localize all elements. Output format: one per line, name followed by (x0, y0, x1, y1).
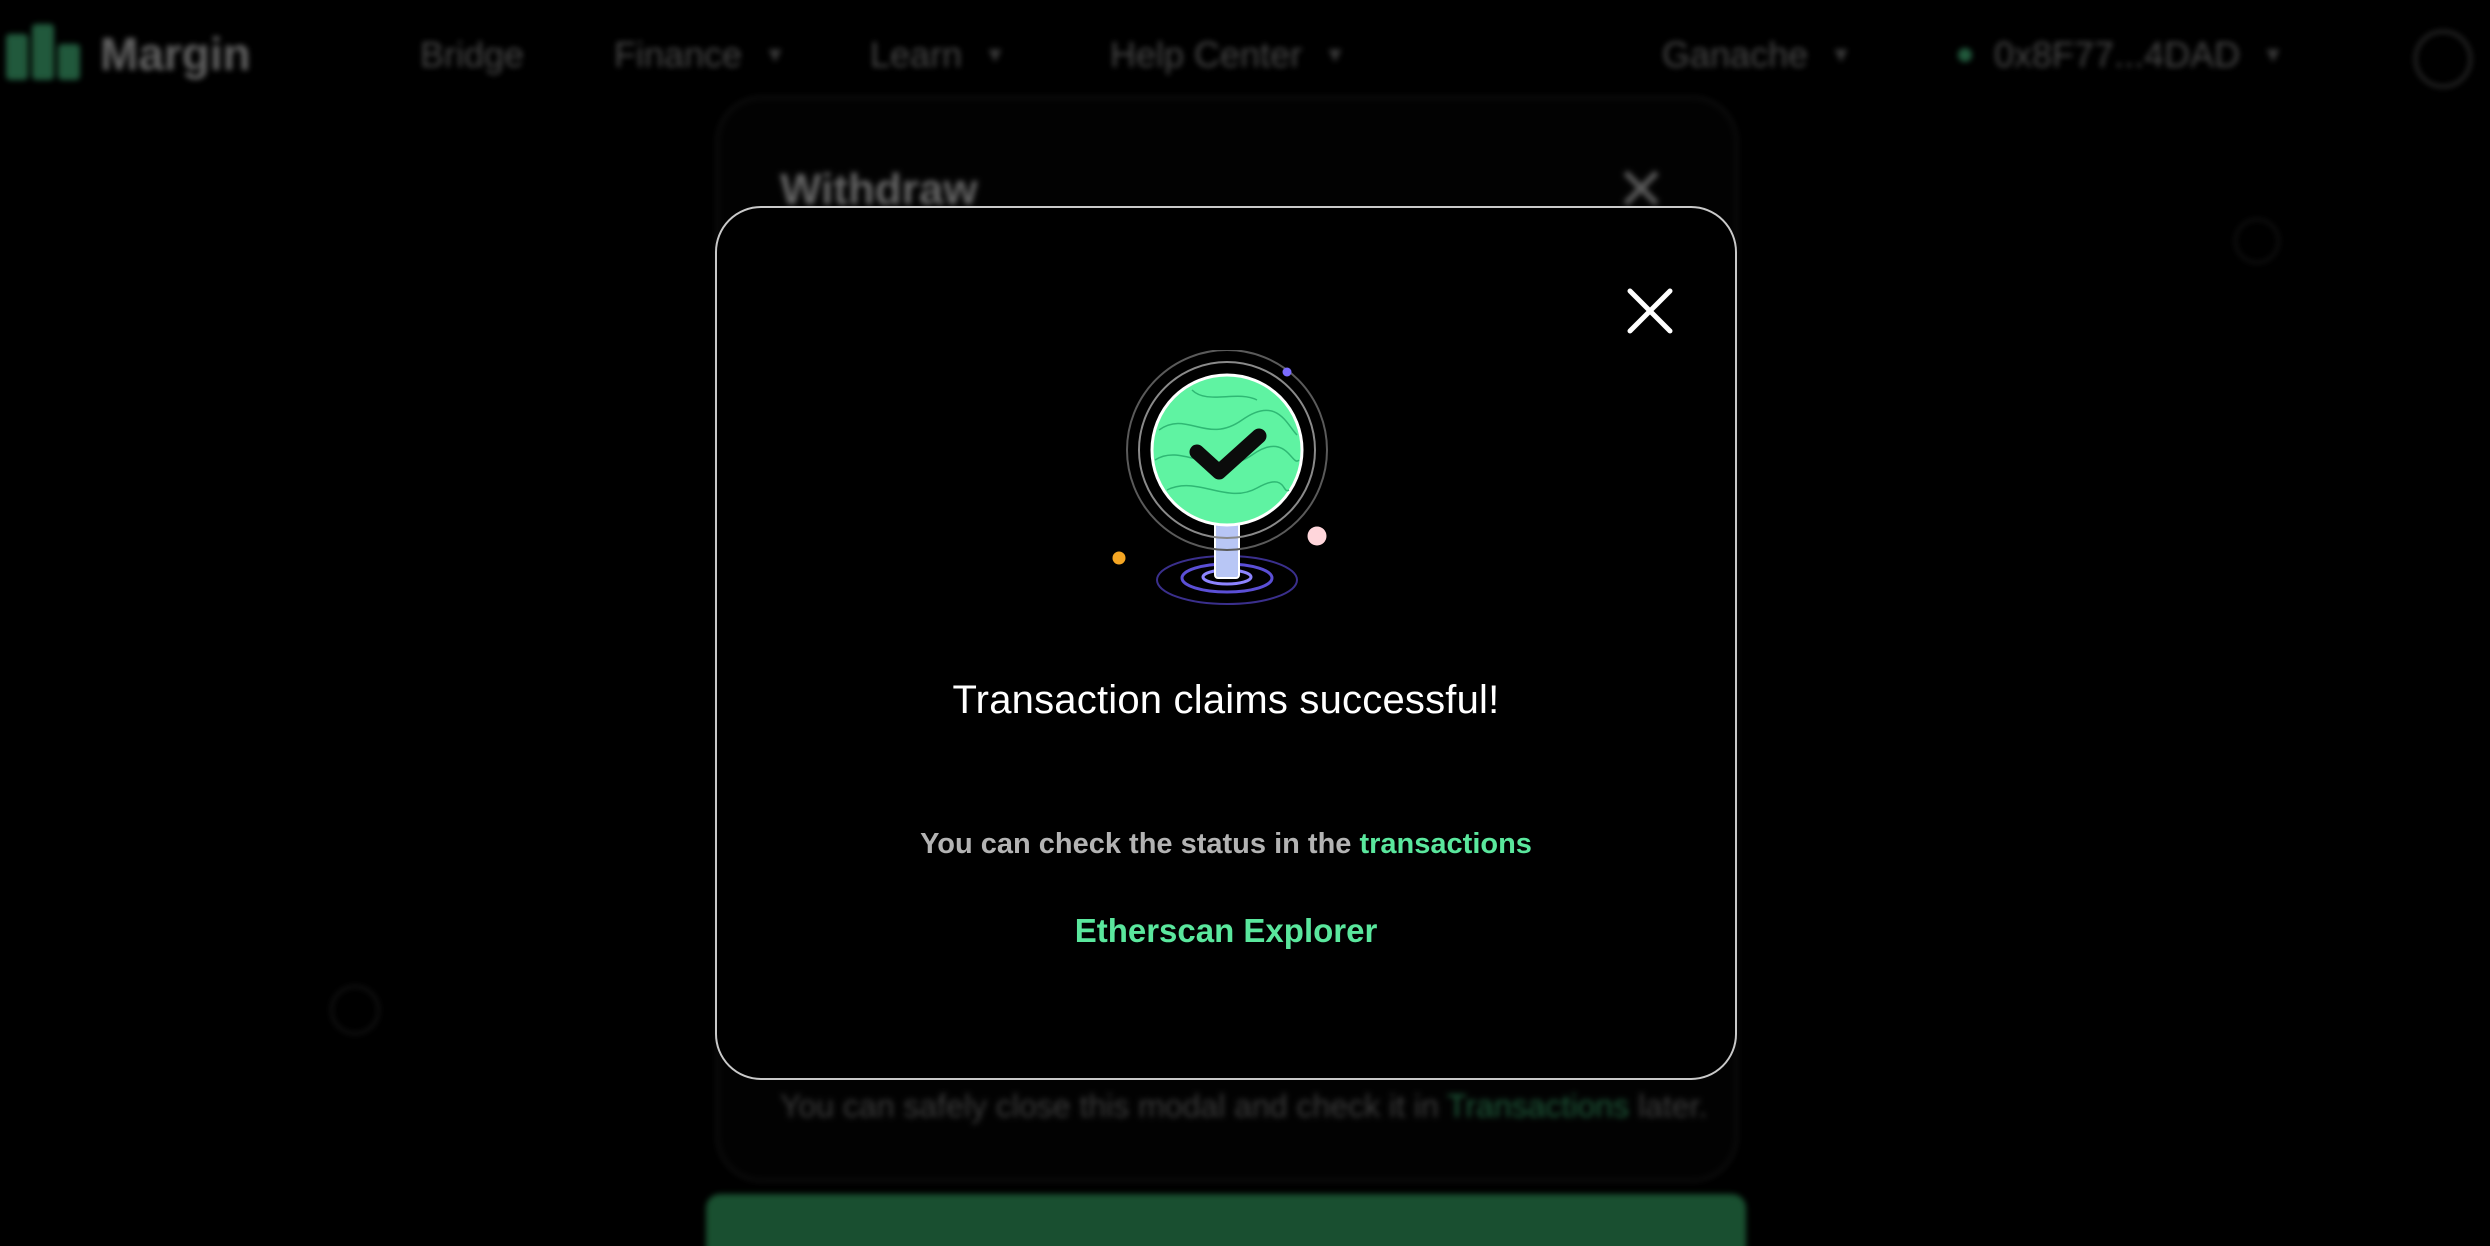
chevron-down-icon: ▼ (1324, 42, 1346, 67)
modal-title: Transaction claims successful! (952, 678, 1500, 722)
success-modal: Transaction claims successful! You can c… (715, 206, 1737, 1080)
nav-item-label: Help Center (1110, 34, 1303, 75)
decorative-circle-icon (2234, 218, 2280, 264)
modal-status-text: You can check the status in the transact… (717, 828, 1735, 861)
app-page: Margin Bridge Finance ▼ Learn ▼ Help Cen… (0, 0, 2490, 1246)
withdraw-card-note: You can safely close this modal and chec… (780, 1088, 1707, 1125)
nav-item-label: Bridge (420, 34, 525, 75)
success-illustration (1107, 349, 1347, 618)
withdraw-cta-button[interactable] (706, 1194, 1746, 1246)
wallet-selector[interactable]: 0x8F77...4DAD ▼ (1958, 34, 2284, 76)
network-label: Ganache (1662, 34, 1809, 75)
transactions-link[interactable]: transactions (1359, 828, 1531, 860)
note-prefix: You can safely close this modal and chec… (780, 1088, 1439, 1124)
nav-item-label: Finance (614, 34, 743, 75)
chevron-down-icon: ▼ (1830, 42, 1852, 67)
note-transactions-link[interactable]: Transactions (1447, 1088, 1629, 1124)
chevron-down-icon: ▼ (2262, 42, 2284, 67)
top-navigation: Margin Bridge Finance ▼ Learn ▼ Help Cen… (0, 0, 2490, 110)
chevron-down-icon: ▼ (984, 42, 1006, 67)
status-prefix: You can check the status in the (920, 828, 1352, 860)
note-suffix: later. (1637, 1088, 1708, 1124)
etherscan-explorer-link[interactable]: Etherscan Explorer (717, 912, 1735, 950)
success-check-icon (1112, 349, 1328, 605)
network-selector[interactable]: Ganache ▼ (1662, 34, 1852, 76)
nav-item-finance[interactable]: Finance ▼ (614, 34, 786, 76)
nav-item-help-center[interactable]: Help Center ▼ (1110, 34, 1346, 76)
logo-text: Margin (100, 28, 251, 80)
close-icon (1627, 288, 1673, 334)
modal-close-button[interactable] (1615, 276, 1685, 346)
chevron-down-icon: ▼ (764, 42, 786, 67)
nav-item-bridge[interactable]: Bridge (420, 34, 524, 76)
wallet-status-icon (1958, 48, 1972, 62)
nav-item-learn[interactable]: Learn ▼ (870, 34, 1006, 76)
wallet-address: 0x8F77...4DAD (1994, 34, 2241, 75)
nav-item-label: Learn (870, 34, 963, 75)
account-icon[interactable] (2414, 30, 2472, 88)
logo[interactable]: Margin (6, 24, 251, 84)
decorative-circle-icon (330, 985, 380, 1035)
logo-icon (6, 24, 86, 84)
